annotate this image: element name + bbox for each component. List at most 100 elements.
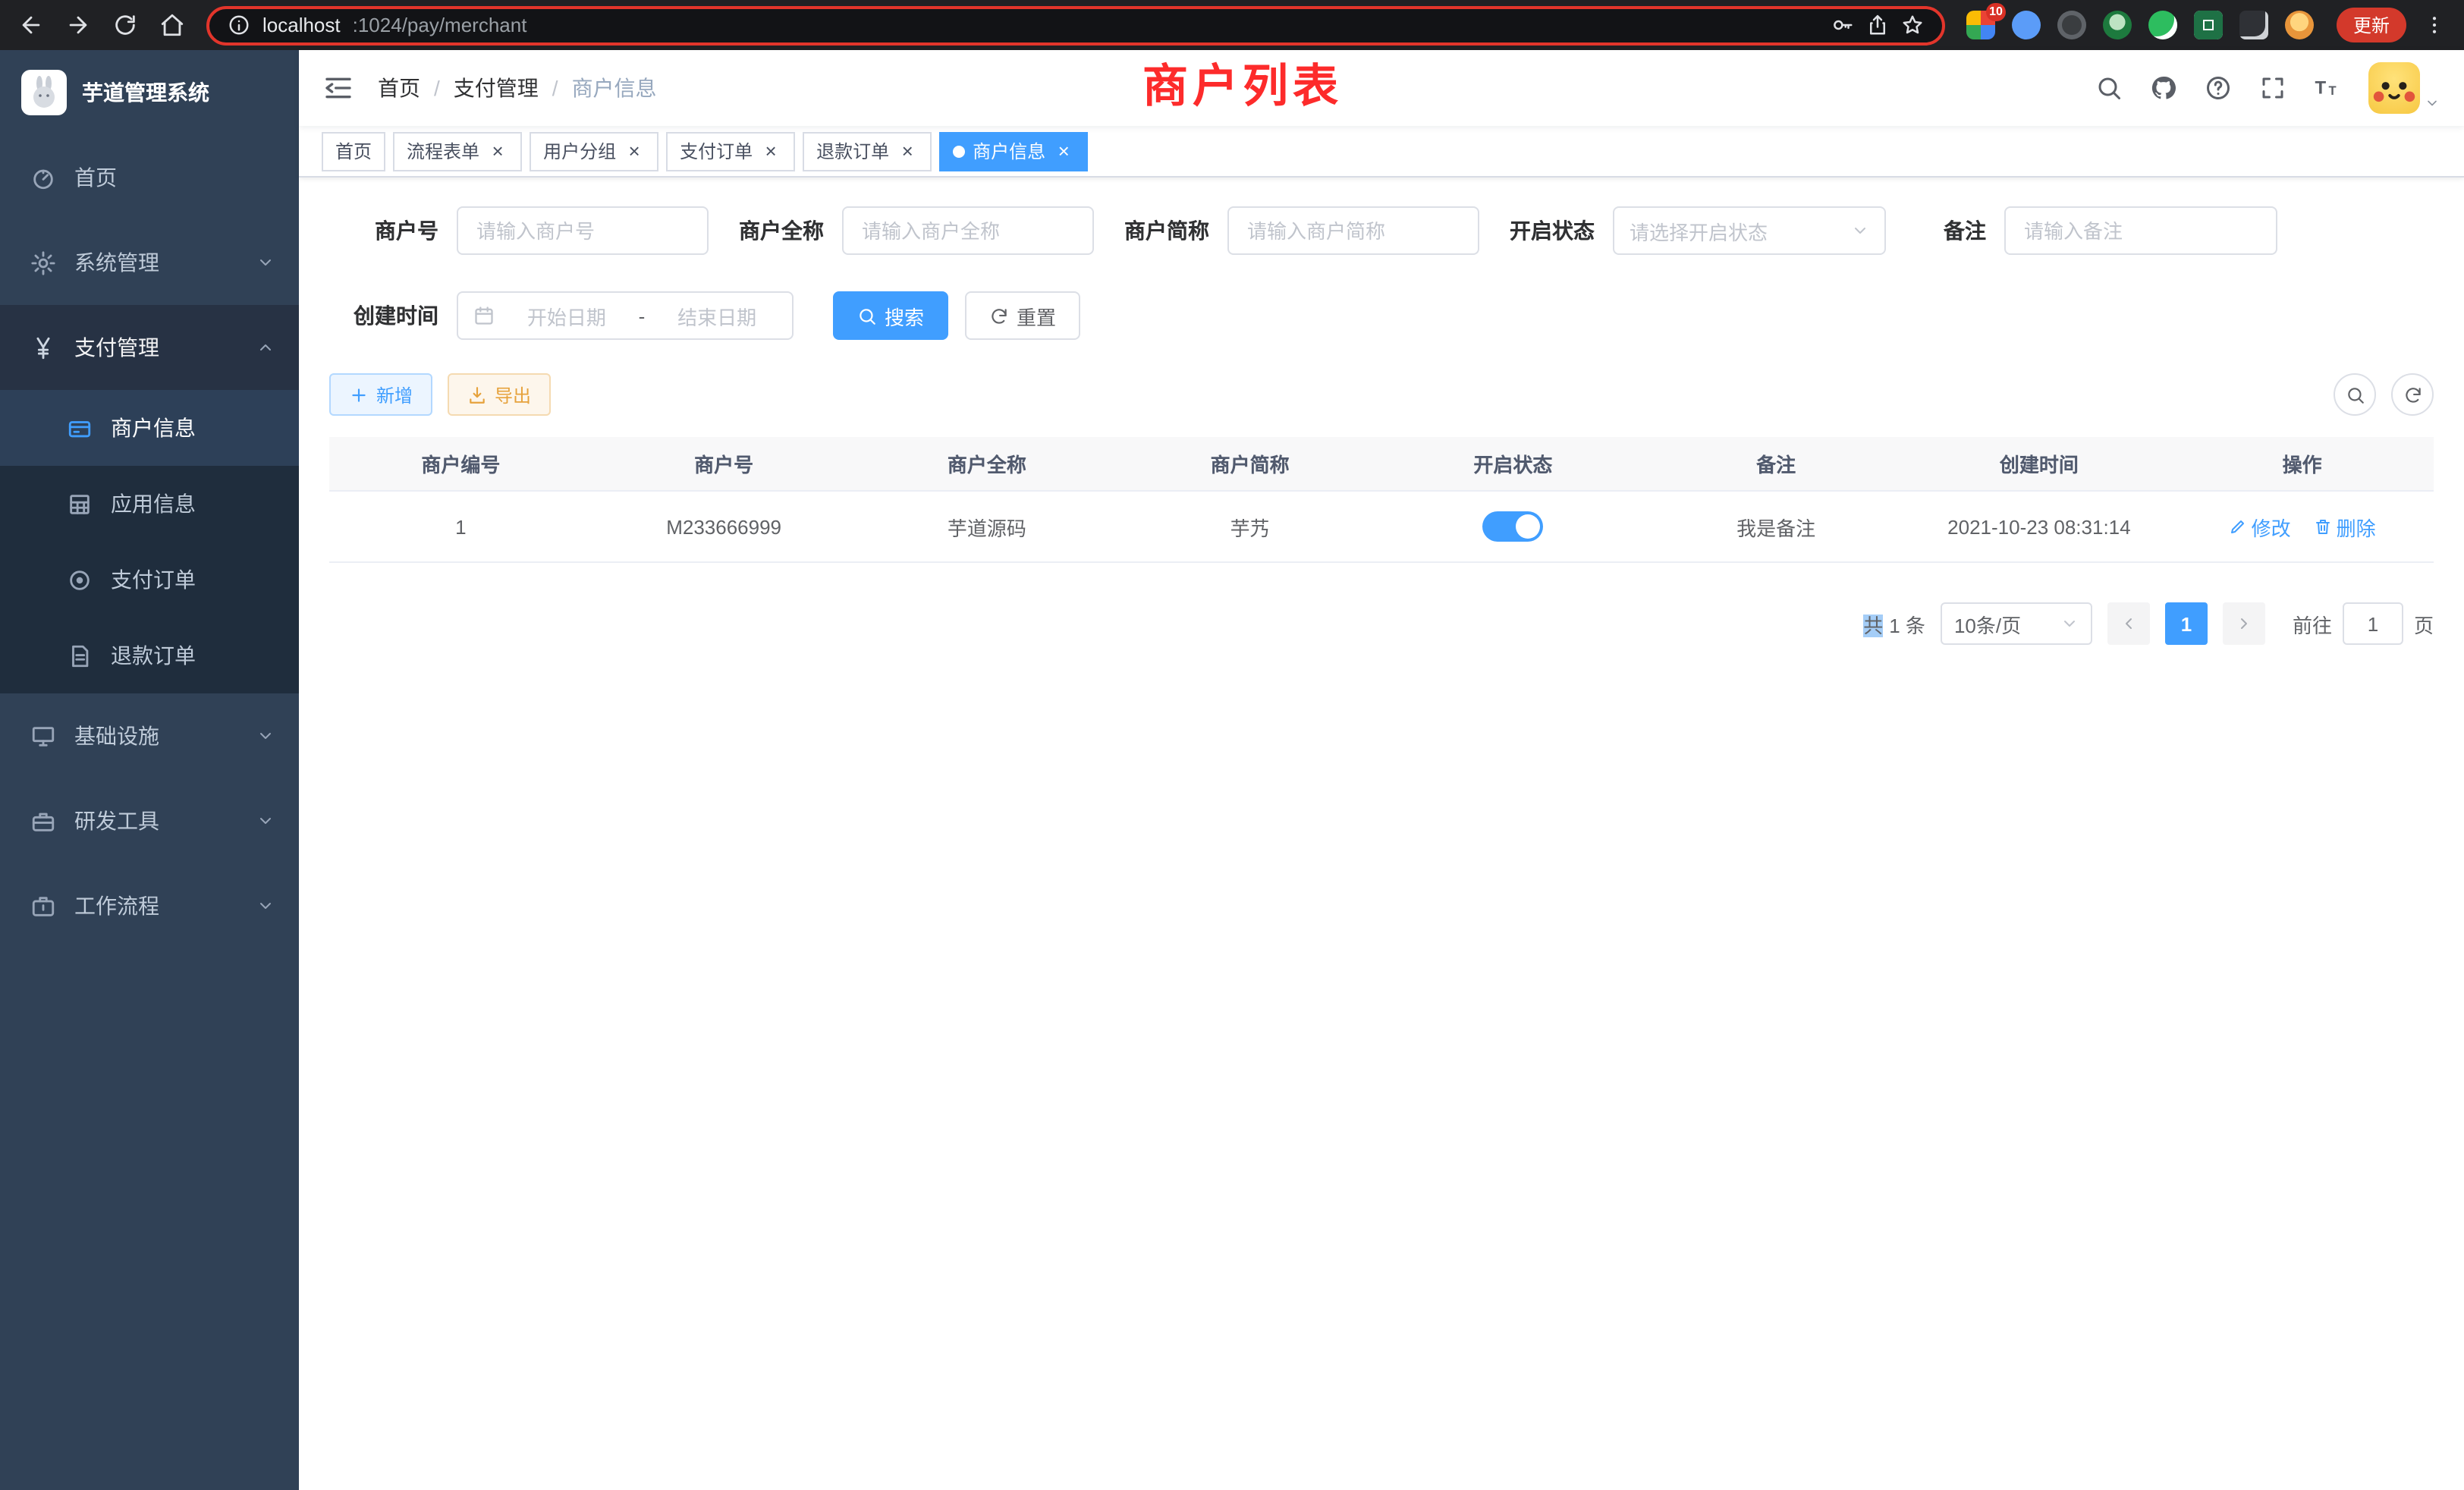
breadcrumb-payment[interactable]: 支付管理 bbox=[454, 73, 539, 103]
tab-home[interactable]: 首页 bbox=[322, 131, 385, 171]
tab-label: 用户分组 bbox=[543, 138, 616, 164]
extension-orange-avatar-icon[interactable] bbox=[2285, 11, 2314, 39]
address-bar[interactable]: localhost :1024/pay/merchant bbox=[206, 5, 1945, 45]
extension-palette-icon[interactable]: 10 bbox=[1966, 11, 1995, 39]
tab-label: 流程表单 bbox=[407, 138, 479, 164]
extension-script-icon[interactable] bbox=[2239, 11, 2268, 39]
user-menu[interactable] bbox=[2368, 62, 2440, 114]
tab-merchant-info[interactable]: 商户信息 bbox=[939, 131, 1088, 171]
chevron-down-icon bbox=[256, 897, 275, 915]
browser-update-button[interactable]: 更新 bbox=[2337, 8, 2406, 42]
edit-link[interactable]: 修改 bbox=[2229, 512, 2291, 541]
browser-menu-icon[interactable] bbox=[2423, 14, 2446, 36]
cell-create-time: 2021-10-23 08:31:14 bbox=[1908, 492, 2171, 563]
menu-label: 研发工具 bbox=[74, 806, 159, 836]
extension-blue-icon[interactable] bbox=[2012, 11, 2041, 39]
refresh-icon bbox=[2403, 385, 2422, 404]
column-header: 商户全称 bbox=[856, 437, 1119, 492]
browser-window: localhost :1024/pay/merchant 10 更新 bbox=[0, 0, 2464, 1490]
forward-icon[interactable] bbox=[65, 12, 91, 38]
sidebar-item-refund-orders[interactable]: 退款订单 bbox=[0, 618, 299, 693]
column-header: 备注 bbox=[1645, 437, 1908, 492]
reload-icon[interactable] bbox=[112, 12, 138, 38]
column-header: 创建时间 bbox=[1908, 437, 2171, 492]
home-icon[interactable] bbox=[159, 12, 185, 38]
breadcrumb-home[interactable]: 首页 bbox=[378, 73, 420, 103]
search-icon[interactable] bbox=[2095, 74, 2123, 102]
search-button[interactable]: 搜索 bbox=[833, 291, 948, 340]
sidebar-item-payment[interactable]: 支付管理 bbox=[0, 305, 299, 390]
sidebar-item-home[interactable]: 首页 bbox=[0, 135, 299, 220]
remark-input[interactable] bbox=[2004, 206, 2277, 255]
column-header: 商户号 bbox=[592, 437, 856, 492]
help-icon[interactable] bbox=[2205, 74, 2232, 102]
close-icon[interactable] bbox=[1053, 140, 1074, 162]
prev-page-button[interactable] bbox=[2107, 602, 2150, 645]
extension-sheet-icon[interactable] bbox=[2194, 11, 2223, 39]
cell-remark: 我是备注 bbox=[1645, 492, 1908, 563]
next-page-button[interactable] bbox=[2223, 602, 2265, 645]
pagination: 共1 条 10条/页 1 前往 bbox=[329, 602, 2434, 645]
menu-label: 支付管理 bbox=[74, 332, 159, 363]
sidebar-item-infrastructure[interactable]: 基础设施 bbox=[0, 693, 299, 778]
export-button[interactable]: 导出 bbox=[448, 373, 551, 416]
chevron-down-icon bbox=[1851, 222, 1869, 240]
password-key-icon[interactable] bbox=[1831, 14, 1854, 36]
add-button[interactable]: 新增 bbox=[329, 373, 432, 416]
browser-toolbar: localhost :1024/pay/merchant 10 更新 bbox=[0, 0, 2464, 50]
pagination-total: 共1 条 bbox=[1863, 609, 1925, 638]
close-icon[interactable] bbox=[760, 140, 781, 162]
close-icon[interactable] bbox=[897, 140, 918, 162]
cell-actions: 修改 删除 bbox=[2170, 492, 2434, 563]
tags-view: 首页 流程表单 用户分组 支付订单 bbox=[299, 126, 2464, 178]
extension-green-avatar-icon[interactable] bbox=[2103, 11, 2132, 39]
close-icon[interactable] bbox=[487, 140, 508, 162]
site-info-icon[interactable] bbox=[228, 14, 250, 36]
sidebar-item-system[interactable]: 系统管理 bbox=[0, 220, 299, 305]
extension-chat-icon[interactable] bbox=[2148, 11, 2177, 39]
cell-merchant-short-name: 芋艿 bbox=[1118, 492, 1381, 563]
sidebar-item-workflow[interactable]: 工作流程 bbox=[0, 863, 299, 948]
bookmark-star-icon[interactable] bbox=[1901, 14, 1924, 36]
merchant-full-name-input[interactable] bbox=[842, 206, 1094, 255]
cell-merchant-no: M233666999 bbox=[592, 492, 856, 563]
fullscreen-icon[interactable] bbox=[2259, 74, 2286, 102]
create-time-range-picker[interactable]: 开始日期 - 结束日期 bbox=[457, 291, 794, 340]
github-icon[interactable] bbox=[2150, 74, 2177, 102]
cell-merchant-index: 1 bbox=[329, 492, 592, 563]
sidebar-item-app-info[interactable]: 应用信息 bbox=[0, 466, 299, 542]
search-form-row-1: 商户号 商户全称 商户简称 开启状态 请选择开启状态 bbox=[329, 206, 2434, 255]
reset-button[interactable]: 重置 bbox=[965, 291, 1080, 340]
tab-label: 支付订单 bbox=[680, 138, 753, 164]
toggle-search-button[interactable] bbox=[2334, 373, 2376, 416]
delete-link[interactable]: 删除 bbox=[2314, 512, 2376, 541]
share-icon[interactable] bbox=[1866, 14, 1889, 36]
status-select[interactable]: 请选择开启状态 bbox=[1613, 206, 1886, 255]
app-title: 芋道管理系统 bbox=[82, 77, 209, 108]
tab-process-form[interactable]: 流程表单 bbox=[393, 131, 522, 171]
extension-dark-circle-icon[interactable] bbox=[2057, 11, 2086, 39]
back-icon[interactable] bbox=[18, 12, 44, 38]
column-header: 商户编号 bbox=[329, 437, 592, 492]
table-row: 1 M233666999 芋道源码 芋艿 我是备注 2021-10-23 08:… bbox=[329, 492, 2434, 563]
status-toggle[interactable] bbox=[1482, 511, 1543, 542]
font-size-icon[interactable] bbox=[2314, 74, 2341, 102]
refresh-table-button[interactable] bbox=[2391, 373, 2434, 416]
close-icon[interactable] bbox=[624, 140, 645, 162]
tab-label: 退款订单 bbox=[816, 138, 889, 164]
page-number-1[interactable]: 1 bbox=[2165, 602, 2208, 645]
tab-pay-orders[interactable]: 支付订单 bbox=[666, 131, 795, 171]
merchant-short-name-input[interactable] bbox=[1227, 206, 1479, 255]
sidebar-collapse-icon[interactable] bbox=[323, 73, 354, 103]
sidebar-item-pay-orders[interactable]: 支付订单 bbox=[0, 542, 299, 618]
tab-user-group[interactable]: 用户分组 bbox=[530, 131, 658, 171]
merchant-no-input[interactable] bbox=[457, 206, 709, 255]
sidebar-item-dev-tools[interactable]: 研发工具 bbox=[0, 778, 299, 863]
tab-refund-orders[interactable]: 退款订单 bbox=[803, 131, 932, 171]
cell-merchant-full-name: 芋道源码 bbox=[856, 492, 1119, 563]
page-size-select[interactable]: 10条/页 bbox=[1941, 602, 2092, 645]
sidebar-item-merchant-info[interactable]: 商户信息 bbox=[0, 390, 299, 466]
goto-page-input[interactable] bbox=[2343, 602, 2403, 645]
goto-label: 前往 bbox=[2293, 609, 2332, 638]
app-logo[interactable]: 芋道管理系统 bbox=[0, 50, 299, 135]
